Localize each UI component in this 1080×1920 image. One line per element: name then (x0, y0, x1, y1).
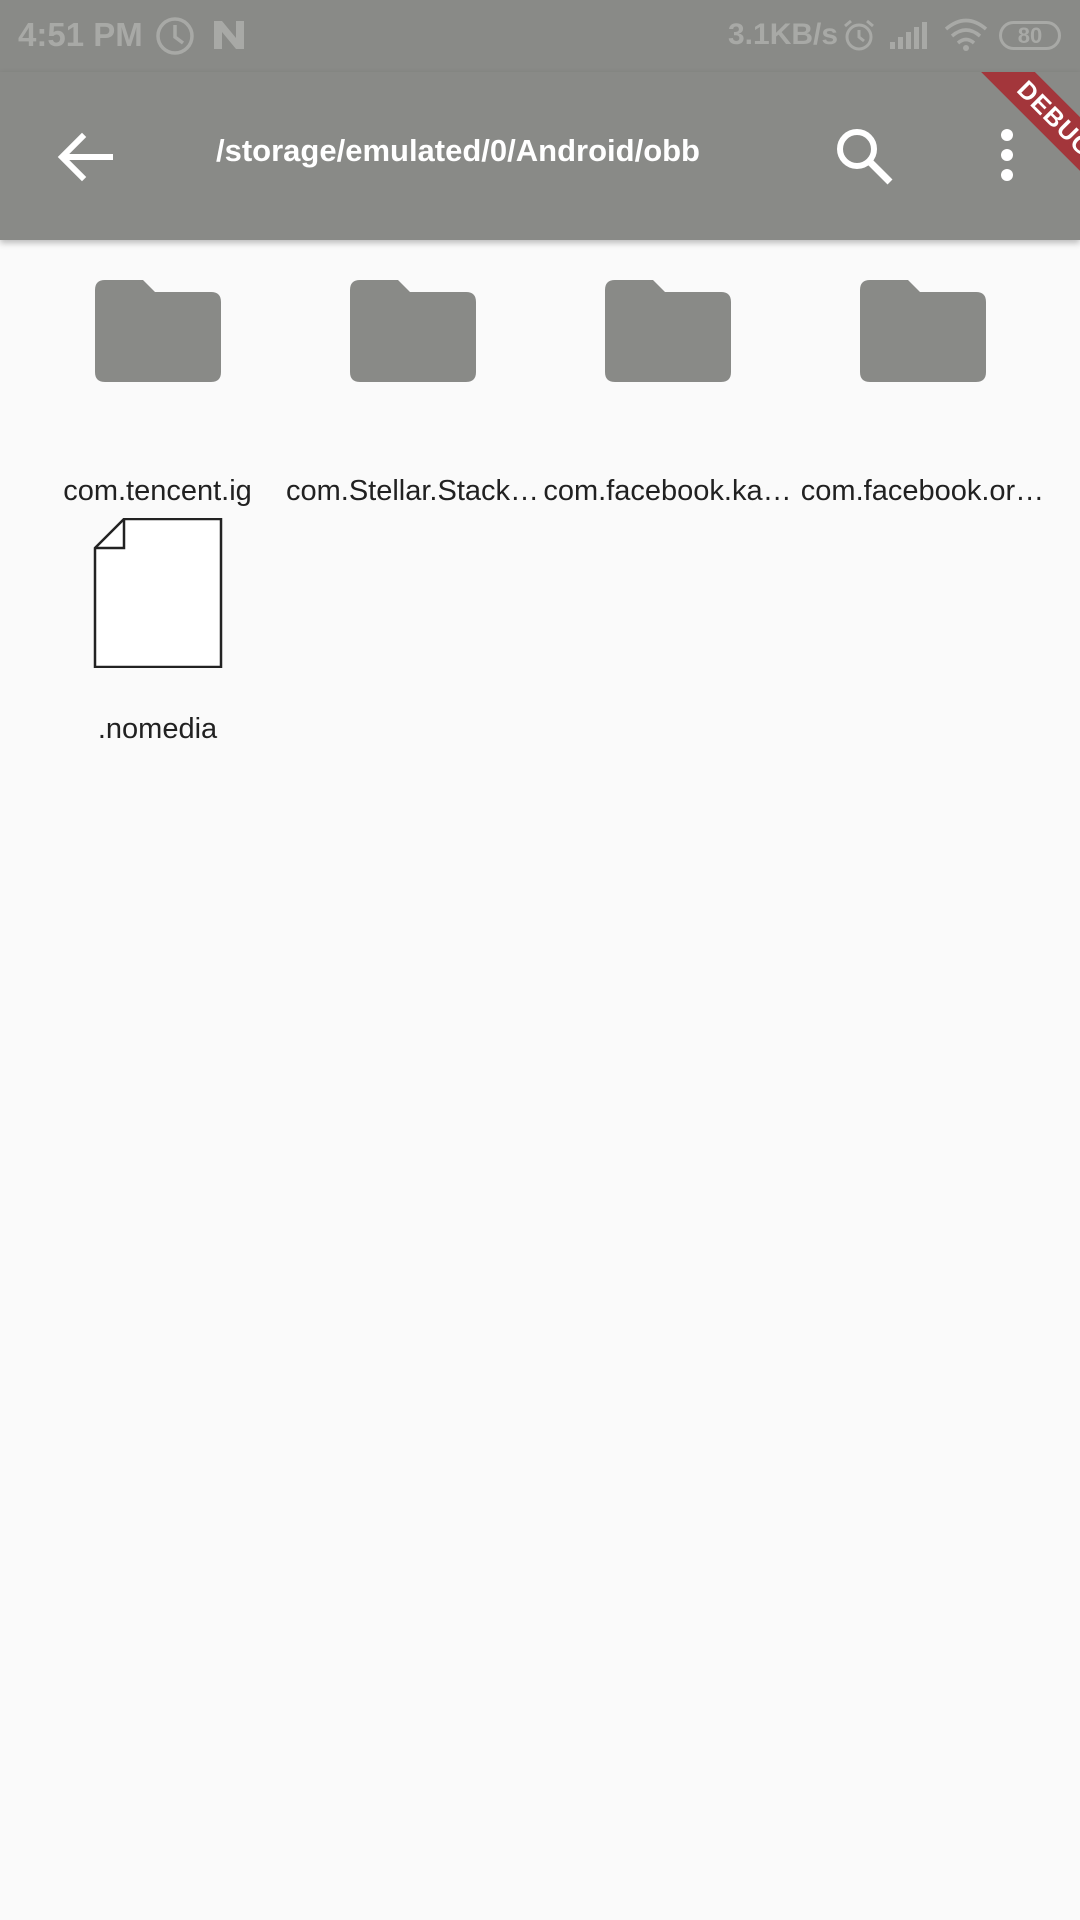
folder-item[interactable]: com.tencent.ig (30, 280, 285, 520)
search-icon (832, 129, 898, 194)
file-name: com.facebook.ka… (543, 475, 792, 507)
debug-banner: DEBUG (955, 72, 1080, 182)
folder-icon (604, 280, 731, 387)
file-icon (93, 517, 223, 673)
folder-item[interactable]: com.facebook.or… (795, 280, 1050, 520)
status-time: 4:51 PM (18, 16, 143, 53)
folder-icon (94, 280, 221, 387)
clock-icon (154, 15, 196, 62)
signal-icon (888, 20, 928, 55)
status-bar: 4:51 PM 3.1KB/s 80 (0, 0, 1080, 72)
arrow-back-icon (50, 132, 120, 196)
folder-item[interactable]: com.facebook.ka… (540, 280, 795, 520)
network-speed: 3.1KB/s (728, 18, 839, 51)
alarm-icon (842, 18, 876, 57)
folder-icon (349, 280, 476, 387)
wifi-icon (944, 18, 988, 57)
back-button[interactable] (50, 122, 120, 192)
battery-indicator: 80 (999, 21, 1061, 50)
folder-icon (859, 280, 986, 387)
file-item[interactable]: .nomedia (30, 517, 285, 758)
current-path-title: /storage/emulated/0/Android/obb (216, 133, 700, 168)
folder-item[interactable]: com.Stellar.Stack… (285, 280, 540, 520)
app-bar: /storage/emulated/0/Android/obb (0, 72, 1080, 240)
search-button[interactable] (832, 124, 898, 190)
debug-banner-label: DEBUG (963, 72, 1080, 182)
notification-n-icon (211, 18, 247, 57)
file-name: com.tencent.ig (63, 475, 252, 507)
file-name: .nomedia (97, 713, 218, 745)
file-name: com.Stellar.Stack… (285, 475, 540, 507)
file-name: com.facebook.or… (800, 475, 1045, 507)
